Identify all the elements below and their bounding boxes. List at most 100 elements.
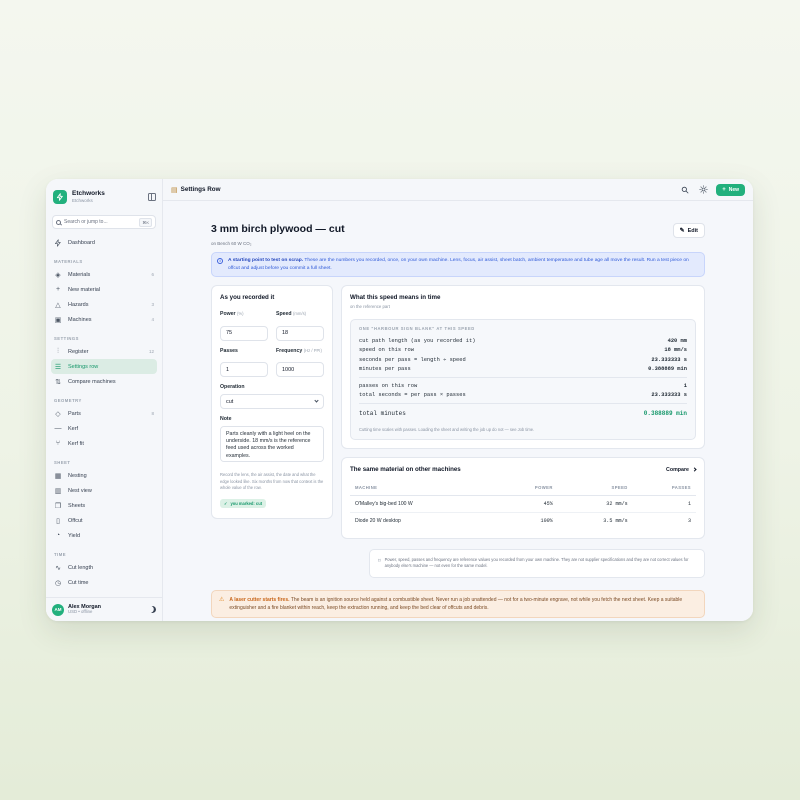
sidebar-item-label: Cut length <box>68 564 94 571</box>
sidebar-item-label: Kerf <box>68 425 79 432</box>
sidebar-item-machines[interactable]: ▣ Machines 4 <box>51 312 157 327</box>
sidebar-item-new-material[interactable]: + New material <box>51 282 157 297</box>
sidebar-item-count: 4 <box>151 317 154 322</box>
table-cell-machine: Diode 20 W desktop <box>355 518 401 525</box>
note-hint: Record the lens, the air assist, the dat… <box>220 472 324 491</box>
nav-section-title: SHEET <box>54 460 71 465</box>
moon-icon[interactable] <box>148 605 157 614</box>
compare-button[interactable]: Compare <box>666 467 697 473</box>
calc-row: cut path length (as you recorded it) 420 … <box>359 336 687 346</box>
table-header: MACHINE <box>350 485 498 497</box>
sidebar-item-label: Machines <box>68 316 92 323</box>
table-cell-passes: 3 <box>687 518 691 525</box>
table-row[interactable]: Diode 20 W desktop 100% 3.5 mm/s 3 <box>350 513 696 530</box>
frequency-input[interactable] <box>276 362 324 378</box>
sidebar-item-label: Parts <box>68 410 81 417</box>
sidebar-item-cut-length[interactable]: ∿ Cut length <box>51 560 157 575</box>
main-area: ▤ Settings Row + New 3 mm birch plywood … <box>163 179 753 621</box>
trash-icon: ▯ <box>56 517 60 525</box>
sidebar-item-label: Kerf fit <box>68 440 84 447</box>
sidebar-item-nest-view[interactable]: ▥ Nest view <box>51 483 157 498</box>
table-cell-speed: 3.5 mm/s <box>603 518 628 525</box>
brand-subtitle: Etchworks <box>72 198 93 203</box>
panel-icon: ▥ <box>54 487 62 495</box>
user-status: USD • offline <box>68 609 93 615</box>
calc-row-value: 0.388889 min <box>648 366 687 373</box>
sidebar-item-compare-machines[interactable]: ⇅ Compare machines <box>51 374 157 389</box>
sidebar: Etchworks Etchworks ⌘K Dashboard MATERIA… <box>46 179 163 621</box>
pencil-icon: ✎ <box>679 228 685 234</box>
power-input[interactable] <box>220 325 268 341</box>
speed-input[interactable] <box>276 325 324 341</box>
edit-button[interactable]: ✎ Edit <box>672 223 705 238</box>
bolt-icon <box>54 238 62 247</box>
time-card-subtitle: on the reference part <box>350 304 390 310</box>
avatar: AM <box>52 603 64 616</box>
sidebar-item-label: Materials <box>68 271 91 278</box>
search-box[interactable]: ⌘K <box>52 215 156 229</box>
sidebar-item-materials[interactable]: ◈ Materials 6 <box>51 267 157 282</box>
operation-select[interactable]: cut <box>220 394 324 410</box>
passes-label: Passes <box>220 347 238 354</box>
app-window: Etchworks Etchworks ⌘K Dashboard MATERIA… <box>46 179 753 621</box>
sidebar-item-hazards[interactable]: △ Hazards 3 <box>51 297 157 312</box>
info-icon: i <box>217 258 223 264</box>
passes-input[interactable] <box>220 362 268 378</box>
sidebar-item-settings-row[interactable]: ☰ Settings row <box>51 359 157 374</box>
calc-row-label: seconds per pass = length ÷ speed <box>359 356 466 363</box>
bookmark-icon: ⌑ <box>378 557 381 564</box>
search-button[interactable] <box>678 183 692 197</box>
calc-row-label: total seconds = per pass × passes <box>359 392 466 399</box>
pulse-icon: ∿ <box>55 564 61 572</box>
frequency-unit: (Hz / PPI) <box>303 347 322 353</box>
status-badge: ✓ you marked: cut <box>220 498 267 508</box>
sidebar-item-kerf-fit[interactable]: ⑂ Kerf fit <box>51 436 157 451</box>
fire-warning: ⚠ A laser cutter starts fires. The beam … <box>211 589 705 618</box>
user-profile[interactable]: AM Alex Morgan USD • offline <box>46 597 162 621</box>
sidebar-item-sheets[interactable]: ❐ Sheets <box>51 498 157 513</box>
grid-icon: ▦ <box>54 472 62 480</box>
info-banner: i A starting point to test on scrap. The… <box>211 252 705 278</box>
sidebar-item-nesting[interactable]: ▦ Nesting <box>51 468 157 483</box>
sidebar-toggle-icon[interactable] <box>148 193 156 201</box>
edit-button-label: Edit <box>687 227 698 234</box>
sun-icon <box>699 185 708 194</box>
table-cell-power: 45% <box>497 495 558 514</box>
table-cell-passes: 1 <box>632 495 696 514</box>
nav-section-title: GEOMETRY <box>54 398 82 403</box>
search-input[interactable] <box>64 219 140 225</box>
calc-note: Cutting time scales with passes. Loading… <box>359 427 535 433</box>
sidebar-item-count: 8 <box>151 411 154 416</box>
new-button[interactable]: + New <box>716 183 745 196</box>
check-icon: ✓ <box>224 500 228 506</box>
sidebar-item-yield[interactable]: ◔ Yield <box>51 528 157 543</box>
sidebar-item-dashboard[interactable]: Dashboard <box>51 235 157 250</box>
page-content: 3 mm birch plywood — cut on Bench 60 W C… <box>163 201 753 621</box>
disclaimer-text: Power, speed, passes and frequency are r… <box>384 556 689 569</box>
minus-icon: — <box>54 425 62 432</box>
calc-row: minutes per pass 0.388889 min <box>359 365 687 375</box>
calc-total-label: total minutes <box>359 409 406 417</box>
page-title: 3 mm birch plywood — cut <box>211 223 345 235</box>
machines-card-title: The same material on other machines <box>350 466 461 474</box>
table-cell-speed: 32 mm/s <box>557 495 633 514</box>
sidebar-item-label: Nesting <box>68 472 87 479</box>
plus-icon: + <box>722 186 726 193</box>
sidebar-item-cut-time[interactable]: ◷ Cut time <box>51 575 157 590</box>
warning-icon: ⚠ <box>219 596 225 603</box>
note-textarea[interactable]: Parts cleanly with a light heel on the u… <box>220 426 324 463</box>
table-row[interactable]: O'Malley's big-bed 100 W 45% 32 mm/s 1 <box>350 495 696 514</box>
sidebar-item-parts[interactable]: ◇ Parts 8 <box>51 406 157 421</box>
sidebar-item-label: Register <box>68 348 89 355</box>
theme-button[interactable] <box>696 183 710 197</box>
pie-icon: ◔ <box>55 532 61 539</box>
sidebar-item-label: Cut time <box>68 579 89 586</box>
sidebar-item-register[interactable]: ⫶ Register 12 <box>51 344 157 359</box>
bolt-logo-icon <box>53 190 67 204</box>
calc-row: speed on this row 18 mm/s <box>359 346 687 356</box>
search-shortcut: ⌘K <box>139 217 152 227</box>
sidebar-item-kerf[interactable]: — Kerf <box>51 421 157 436</box>
operation-value: cut <box>226 398 234 405</box>
sidebar-item-offcut[interactable]: ▯ Offcut <box>51 513 157 528</box>
nav-section-title: SETTINGS <box>54 336 79 341</box>
